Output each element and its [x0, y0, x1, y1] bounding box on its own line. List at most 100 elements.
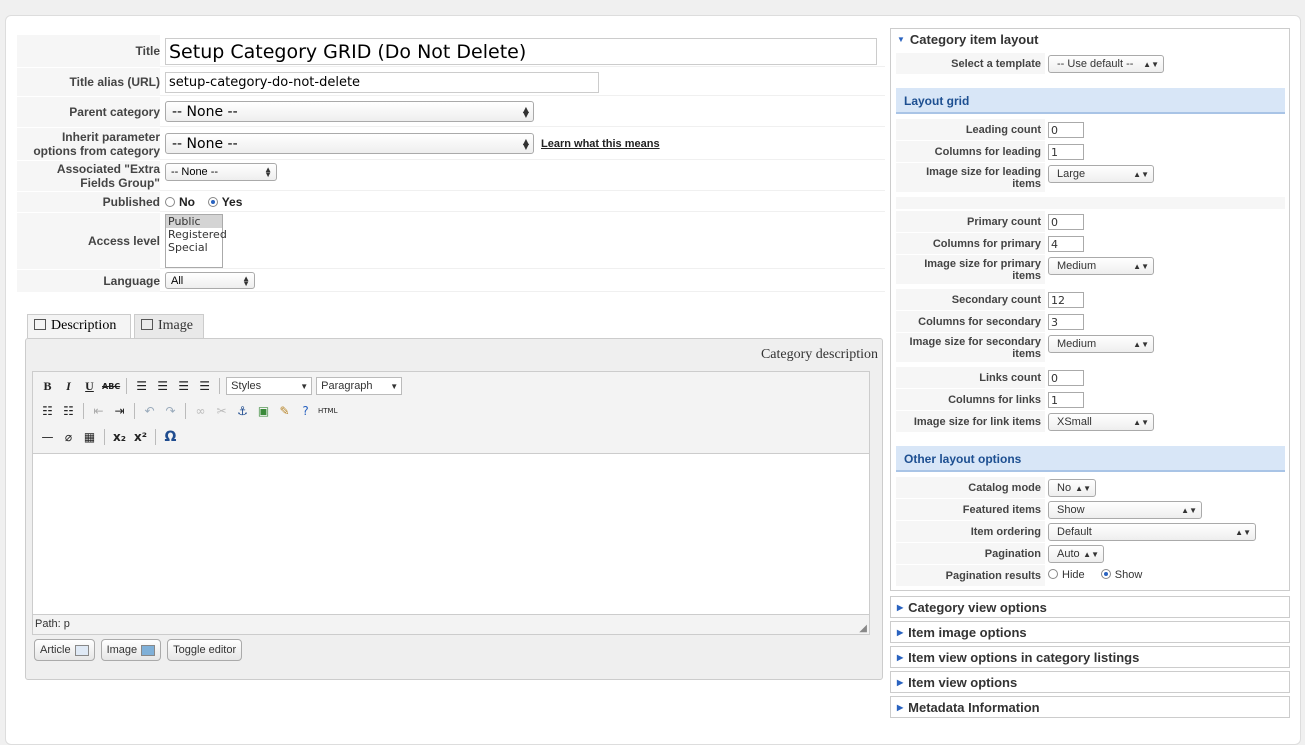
image-links-select[interactable]: XSmall ▲▼: [1048, 413, 1154, 431]
metadata-information-panel[interactable]: ▶ Metadata Information: [890, 696, 1290, 718]
unlink-icon[interactable]: ✂: [213, 402, 230, 420]
editor-content-area[interactable]: [32, 453, 870, 615]
item-image-options-panel[interactable]: ▶ Item image options: [890, 621, 1290, 643]
template-select[interactable]: -- Use default -- ▲▼: [1048, 55, 1164, 73]
link-icon[interactable]: ∞: [192, 402, 209, 420]
columns-primary-row: Columns for primary 4: [896, 233, 1285, 255]
parent-category-select[interactable]: -- None -- ▲ ▼: [165, 101, 534, 122]
article-button[interactable]: Article: [34, 639, 95, 661]
title-input[interactable]: Setup Category GRID (Do Not Delete): [165, 38, 877, 65]
alias-input[interactable]: setup-category-do-not-delete: [165, 72, 599, 93]
columns-links-row: Columns for links 1: [896, 389, 1285, 411]
image-primary-select[interactable]: Medium ▲▼: [1048, 257, 1154, 275]
extra-label-line1: Associated "Extra: [56, 162, 160, 176]
underline-button[interactable]: U: [81, 377, 98, 395]
extra-label-line2: Fields Group": [80, 176, 160, 190]
item-view-options-panel[interactable]: ▶ Item view options: [890, 671, 1290, 693]
published-no-radio[interactable]: [165, 197, 175, 207]
toolbar-row-3: — ⌀ ▦ x₂ x² Ω: [39, 426, 179, 448]
leading-count-row: Leading count 0: [896, 119, 1285, 141]
item-view-options-category-panel[interactable]: ▶ Item view options in category listings: [890, 646, 1290, 668]
outdent-icon[interactable]: ⇤: [90, 402, 107, 420]
pagination-show-radio[interactable]: [1100, 569, 1111, 579]
pagination-hide-radio[interactable]: [1048, 569, 1058, 579]
tab-description[interactable]: Description: [27, 314, 131, 338]
numbered-list-icon[interactable]: ☷: [60, 402, 77, 420]
columns-secondary-input[interactable]: 3: [1048, 314, 1084, 330]
undo-icon[interactable]: ↶: [141, 402, 158, 420]
strikethrough-button[interactable]: ABC: [102, 377, 120, 395]
cleanup-icon[interactable]: ✎: [276, 402, 293, 420]
bold-button[interactable]: B: [39, 377, 56, 395]
subscript-icon[interactable]: x₂: [111, 428, 128, 446]
format-dropdown[interactable]: Paragraph ▼: [316, 377, 403, 395]
image-button[interactable]: Image: [100, 639, 162, 661]
access-option[interactable]: Special: [166, 241, 222, 254]
catalog-mode-select[interactable]: No ▲▼: [1048, 479, 1096, 497]
toggle-editor-button[interactable]: Toggle editor: [167, 639, 243, 661]
resize-handle-icon[interactable]: ◢: [859, 623, 867, 634]
language-select[interactable]: All ▲ ▼: [165, 272, 255, 289]
select-arrows-icon: ▲▼: [242, 273, 250, 288]
extra-fields-label: Associated "Extra Fields Group": [17, 161, 160, 191]
parent-row: Parent category -- None -- ▲ ▼: [17, 97, 885, 127]
insert-image-icon[interactable]: ▣: [255, 402, 272, 420]
image-secondary-label: Image size for secondary items: [896, 333, 1045, 363]
leading-count-label: Leading count: [896, 119, 1045, 141]
columns-primary-label: Columns for primary: [896, 233, 1045, 255]
toolbar-separator: [83, 403, 84, 419]
access-option[interactable]: Registered: [166, 228, 227, 241]
inherit-select-value: -- None --: [172, 135, 238, 152]
primary-count-input[interactable]: 0: [1048, 214, 1084, 230]
horizontal-rule-icon[interactable]: —: [39, 428, 56, 446]
redo-icon[interactable]: ↷: [162, 402, 179, 420]
special-char-icon[interactable]: Ω: [162, 428, 179, 446]
secondary-count-input[interactable]: 12: [1048, 292, 1084, 308]
parent-select-wrap: -- None -- ▲ ▼: [165, 101, 534, 122]
align-center-icon[interactable]: ☰: [154, 377, 171, 395]
picture-icon: [141, 644, 156, 656]
image-leading-row: Image size for leading items Large ▲▼: [896, 163, 1285, 193]
columns-links-input[interactable]: 1: [1048, 392, 1084, 408]
collapsed-triangle-icon: ▶: [897, 677, 904, 687]
align-left-icon[interactable]: ☰: [133, 377, 150, 395]
superscript-icon[interactable]: x²: [132, 428, 149, 446]
italic-button[interactable]: I: [60, 377, 77, 395]
pagination-select[interactable]: Auto ▲▼: [1048, 545, 1104, 563]
catalog-mode-label: Catalog mode: [896, 477, 1045, 499]
extra-fields-select[interactable]: -- None -- ▲ ▼: [165, 163, 277, 181]
published-yes-radio[interactable]: [207, 197, 218, 207]
eraser-icon[interactable]: ⌀: [60, 428, 77, 446]
category-item-layout-header[interactable]: ▼ Category item layout: [891, 29, 1289, 49]
bullet-list-icon[interactable]: ☷: [39, 402, 56, 420]
tab-image[interactable]: Image: [134, 314, 204, 338]
columns-leading-input[interactable]: 1: [1048, 144, 1084, 160]
image-links-label: Image size for link items: [896, 411, 1045, 433]
links-count-input[interactable]: 0: [1048, 370, 1084, 386]
html-source-button[interactable]: HTML: [318, 402, 337, 420]
inherit-select-wrap: -- None -- ▲ ▼: [165, 133, 534, 154]
columns-primary-input[interactable]: 4: [1048, 236, 1084, 252]
leading-count-input[interactable]: 0: [1048, 122, 1084, 138]
featured-items-row: Featured items Show ▲▼: [896, 499, 1285, 521]
item-ordering-value: Default: [1057, 526, 1092, 538]
learn-more-link[interactable]: Learn what this means: [541, 138, 660, 150]
access-option[interactable]: Public: [166, 215, 222, 228]
featured-items-select[interactable]: Show ▲▼: [1048, 501, 1202, 519]
image-leading-select[interactable]: Large ▲▼: [1048, 165, 1154, 183]
inherit-category-select[interactable]: -- None -- ▲ ▼: [165, 133, 534, 154]
category-view-options-panel[interactable]: ▶ Category view options: [890, 596, 1290, 618]
styles-dropdown[interactable]: Styles ▼: [226, 377, 313, 395]
access-level-listbox[interactable]: Public Registered Special: [165, 214, 227, 268]
anchor-icon[interactable]: ⚓: [234, 402, 251, 420]
select-arrows-icon: ▲▼: [1235, 527, 1251, 537]
align-right-icon[interactable]: ☰: [175, 377, 192, 395]
indent-icon[interactable]: ⇥: [111, 402, 128, 420]
select-arrows-icon: ▲▼: [264, 165, 272, 179]
item-ordering-select[interactable]: Default ▲▼: [1048, 523, 1256, 541]
help-icon[interactable]: ?: [297, 402, 314, 420]
select-arrows-icon: ▲▼: [522, 136, 529, 151]
table-icon[interactable]: ▦: [81, 428, 98, 446]
align-justify-icon[interactable]: ☰: [196, 377, 213, 395]
image-secondary-select[interactable]: Medium ▲▼: [1048, 335, 1154, 353]
